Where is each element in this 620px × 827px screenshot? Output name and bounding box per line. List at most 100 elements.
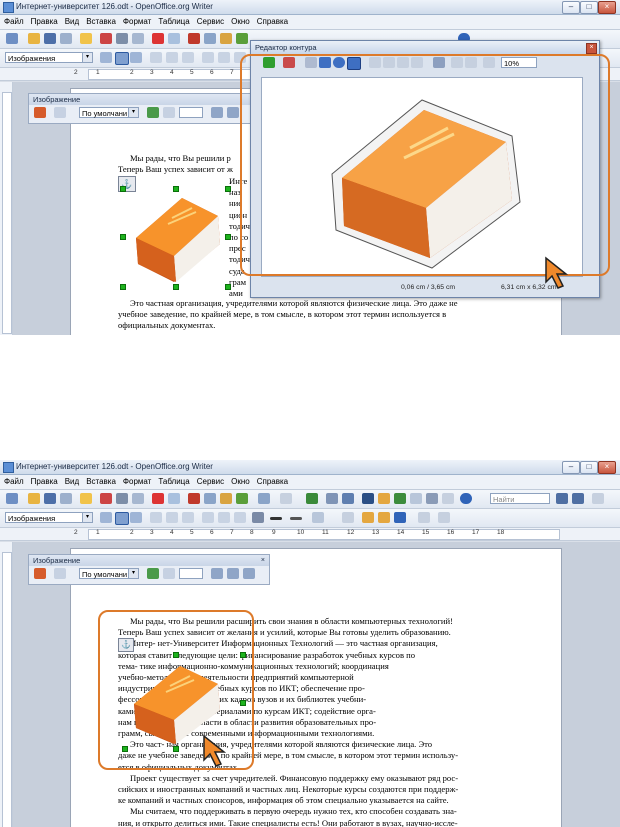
maximize-button[interactable]: □ (580, 1, 598, 14)
align-top-icon[interactable] (202, 52, 214, 63)
menu-insert[interactable]: Вставка (82, 15, 119, 26)
wrap-optimal-icon[interactable] (130, 52, 142, 63)
to-background-icon[interactable] (378, 512, 390, 523)
graphic-filter-icon[interactable] (34, 568, 46, 579)
spellcheck-icon[interactable] (152, 493, 164, 504)
open-folder-icon[interactable] (28, 33, 40, 44)
selection-handle[interactable] (120, 234, 126, 240)
flip-horizontal-icon[interactable] (227, 568, 239, 579)
align-right-icon[interactable] (182, 52, 194, 63)
wrap-off-icon[interactable] (100, 52, 112, 63)
flip-vertical-icon[interactable] (211, 107, 223, 118)
wrap-optimal-icon[interactable] (130, 512, 142, 523)
paste-icon[interactable] (220, 493, 232, 504)
save-icon[interactable] (44, 33, 56, 44)
cut-icon[interactable] (188, 33, 200, 44)
new-document-icon[interactable] (6, 33, 18, 44)
autospell-icon[interactable] (168, 493, 180, 504)
find-next-icon[interactable] (572, 493, 584, 504)
flip-vertical-icon[interactable] (211, 568, 223, 579)
maximize-button[interactable]: □ (580, 461, 598, 474)
menu-help[interactable]: Справка (253, 15, 291, 26)
open-folder-icon[interactable] (28, 493, 40, 504)
send-to-back-icon[interactable] (362, 512, 374, 523)
format-paintbrush-icon[interactable] (236, 493, 248, 504)
menu-format[interactable]: Формат (119, 15, 154, 26)
menu-help[interactable]: Справка (253, 475, 291, 486)
selection-handle[interactable] (173, 186, 179, 192)
menu-window[interactable]: Окно (227, 15, 253, 26)
selection-handle[interactable] (120, 186, 126, 192)
find-input[interactable]: Найти (490, 493, 550, 504)
flip-horizontal-icon[interactable] (227, 107, 239, 118)
data-sources-icon[interactable] (410, 493, 422, 504)
align-center-icon[interactable] (166, 512, 178, 523)
menu-tools[interactable]: Сервис (193, 475, 227, 486)
menu-edit[interactable]: Правка (27, 15, 61, 26)
anchor-toolbar-icon[interactable] (394, 512, 406, 523)
toolbar-close-icon[interactable]: × (261, 555, 265, 566)
align-right-icon[interactable] (182, 512, 194, 523)
align-left-icon[interactable] (150, 52, 162, 63)
redo-icon[interactable] (280, 493, 292, 504)
copy-icon[interactable] (204, 493, 216, 504)
menu-format[interactable]: Формат (119, 475, 154, 486)
minimize-button[interactable]: – (562, 1, 580, 14)
align-middle-icon[interactable] (218, 52, 230, 63)
link-frames-icon[interactable] (438, 512, 450, 523)
print-preview-icon[interactable] (132, 33, 144, 44)
print-preview-icon[interactable] (132, 493, 144, 504)
align-middle-icon[interactable] (218, 512, 230, 523)
menu-tools[interactable]: Сервис (193, 15, 227, 26)
color-icon[interactable] (147, 107, 159, 118)
paragraph-style-select[interactable]: Изображения ▾ (5, 512, 93, 523)
email-icon[interactable] (60, 493, 72, 504)
borders-icon[interactable] (252, 512, 264, 523)
find-previous-icon[interactable] (556, 493, 568, 504)
graphics-mode-select[interactable]: По умолчани ▾ (79, 107, 139, 118)
minimize-button[interactable]: – (562, 461, 580, 474)
undo-icon[interactable] (258, 493, 270, 504)
background-color-icon[interactable] (312, 512, 324, 523)
menu-file[interactable]: Файл (0, 15, 27, 26)
export-pdf-icon[interactable] (100, 493, 112, 504)
gallery-icon[interactable] (394, 493, 406, 504)
selection-handle[interactable] (120, 284, 126, 290)
find-replace-icon[interactable] (362, 493, 374, 504)
cut-icon[interactable] (188, 493, 200, 504)
menu-edit[interactable]: Правка (27, 475, 61, 486)
transparency-icon[interactable] (163, 568, 175, 579)
frame-properties-icon[interactable] (418, 512, 430, 523)
contour-close-button[interactable]: × (586, 43, 597, 54)
paragraph-style-select[interactable]: Изображения ▾ (5, 52, 93, 63)
selection-handle[interactable] (225, 186, 231, 192)
new-document-icon[interactable] (6, 493, 18, 504)
toolbar-options-icon[interactable] (592, 493, 604, 504)
format-paintbrush-icon[interactable] (236, 33, 248, 44)
border-color-icon[interactable] (290, 517, 302, 520)
nonprinting-characters-icon[interactable] (426, 493, 438, 504)
align-left-icon[interactable] (150, 512, 162, 523)
graphics-mode-select[interactable]: По умолчани ▾ (79, 568, 139, 579)
bring-to-front-icon[interactable] (342, 512, 354, 523)
menu-window[interactable]: Окно (227, 475, 253, 486)
menu-table[interactable]: Таблица (154, 475, 192, 486)
filter-dropdown-icon[interactable] (54, 107, 66, 118)
edit-mode-icon[interactable] (80, 33, 92, 44)
paste-icon[interactable] (220, 33, 232, 44)
filter-dropdown-icon[interactable] (54, 568, 66, 579)
menu-table[interactable]: Таблица (154, 15, 192, 26)
show-draw-functions-icon[interactable] (342, 493, 354, 504)
selection-handle[interactable] (173, 284, 179, 290)
graphic-filter-icon[interactable] (34, 107, 46, 118)
hyperlink-icon[interactable] (306, 493, 318, 504)
book-image[interactable] (122, 186, 228, 288)
zoom-icon[interactable] (442, 493, 454, 504)
autospell-icon[interactable] (168, 33, 180, 44)
selection-handle[interactable] (225, 284, 231, 290)
graphics-properties-icon[interactable] (243, 568, 255, 579)
transparency-input[interactable] (179, 568, 203, 579)
transparency-icon[interactable] (163, 107, 175, 118)
edit-mode-icon[interactable] (80, 493, 92, 504)
wrap-page-icon[interactable] (115, 512, 129, 525)
